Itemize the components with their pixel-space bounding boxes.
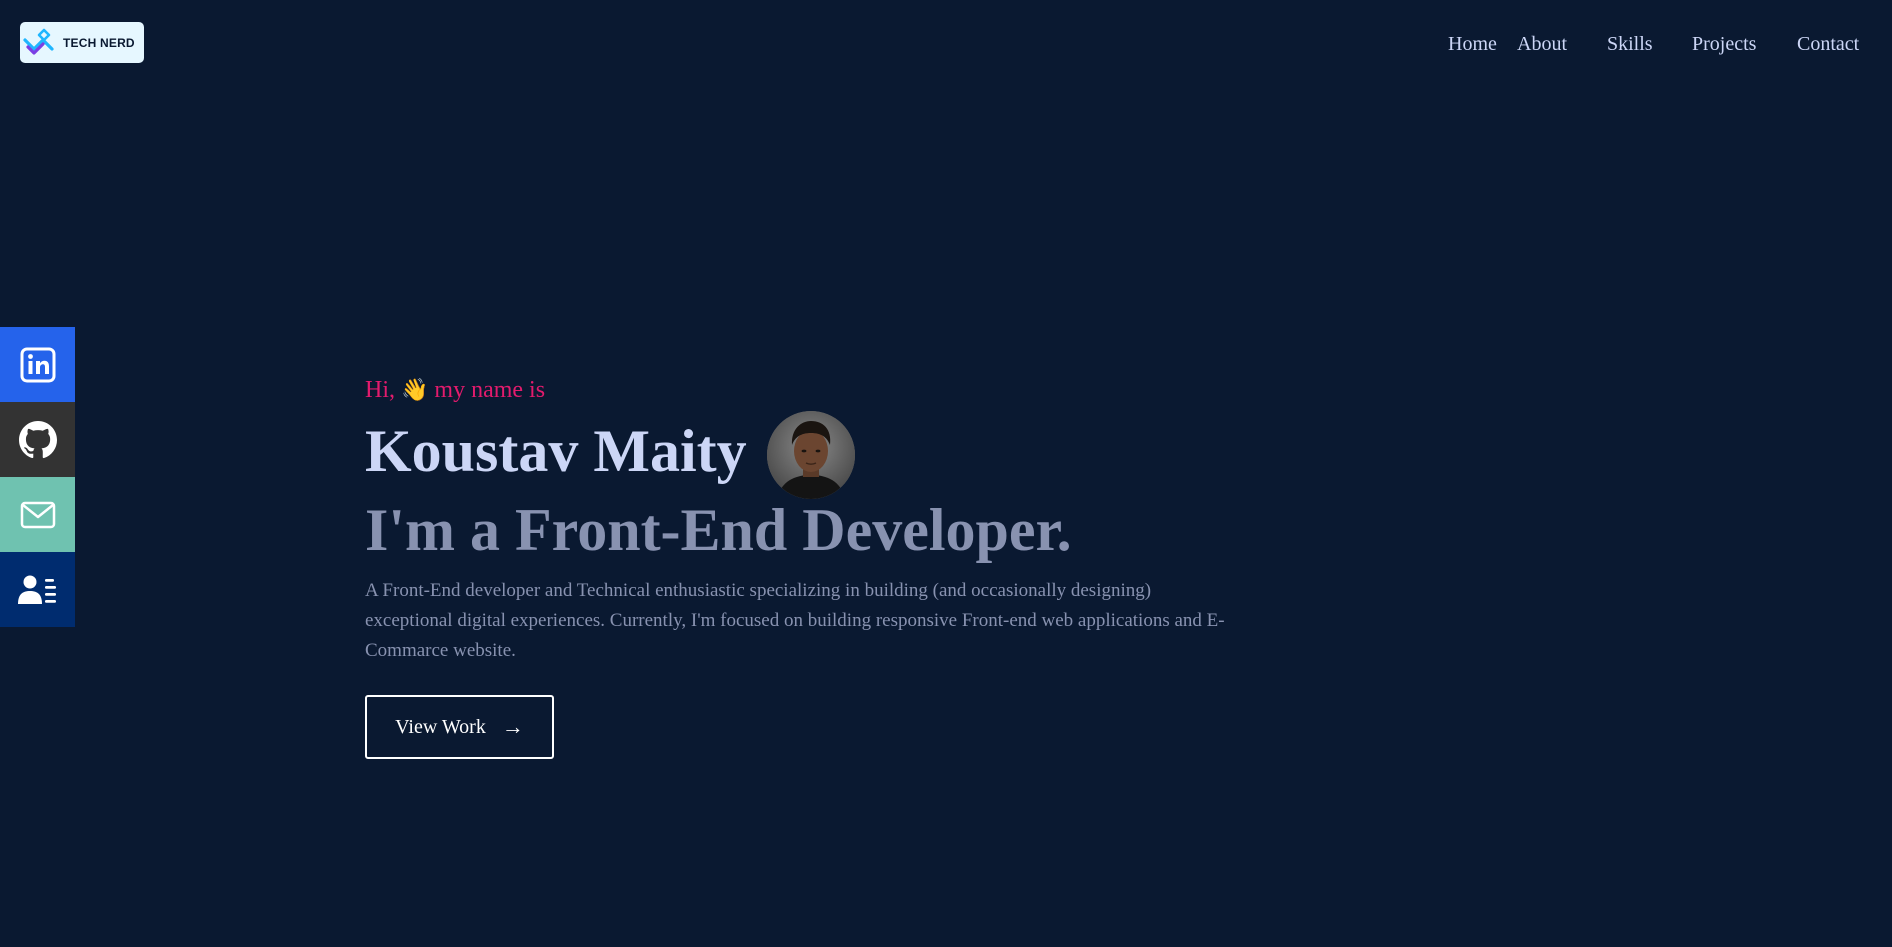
linkedin-icon [20,347,55,382]
avatar-photo [766,411,855,499]
hero-tagline: I'm a Front-End Developer. [365,497,1072,563]
nav-about[interactable]: About [1517,32,1567,56]
arrow-right-icon: → [501,714,524,739]
hero-name: Koustav Maity [365,418,747,484]
main-nav: Home About Skills Projects Contact [0,32,1892,56]
resume-icon [17,575,56,604]
nav-contact[interactable]: Contact [1797,32,1859,56]
avatar [766,411,855,499]
linkedin-link[interactable] [0,327,75,402]
resume-link[interactable] [0,552,75,627]
mail-icon [20,501,55,528]
wave-icon: 👋 [401,377,429,402]
view-work-label: View Work [395,715,486,738]
nav-skills[interactable]: Skills [1607,32,1653,56]
nav-projects[interactable]: Projects [1692,32,1756,56]
greeting-suffix: my name is [434,377,546,403]
email-link[interactable] [0,477,75,552]
github-icon [18,420,57,458]
github-link[interactable] [0,402,75,477]
social-sidebar [0,327,75,627]
hero-description: A Front-End developer and Technical enth… [365,580,1225,661]
greeting-prefix: Hi, [365,377,395,403]
view-work-button[interactable]: View Work → [365,695,554,759]
name-row: Koustav Maity [365,403,855,499]
nav-home[interactable]: Home [1448,32,1497,56]
